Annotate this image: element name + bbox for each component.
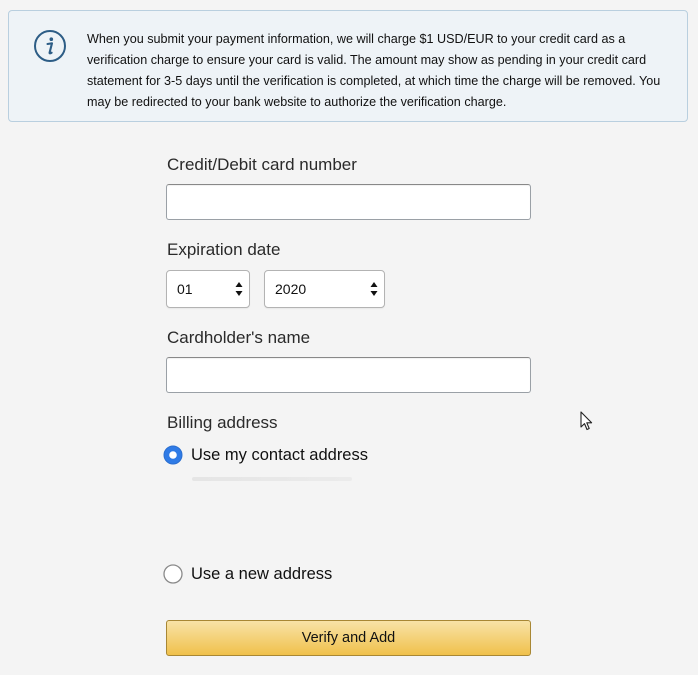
info-icon [34,30,66,62]
select-arrows-icon [370,282,378,296]
info-message: When you submit your payment information… [87,32,661,109]
cardholder-name-label: Cardholder's name [167,328,311,347]
radio-contact-address[interactable] [163,445,183,465]
radio-new-address-label[interactable]: Use a new address [191,565,332,584]
expiration-date-label: Expiration date [167,240,281,259]
card-number-input[interactable] [166,184,531,220]
card-number-label: Credit/Debit card number [167,155,357,174]
verify-and-add-button[interactable]: Verify and Add [166,620,531,656]
expiration-year-select[interactable]: 2020 [264,270,385,308]
contact-address-preview [192,477,352,481]
cardholder-name-input[interactable] [166,357,531,393]
radio-new-address[interactable] [163,564,183,584]
billing-address-label: Billing address [167,413,278,432]
mouse-cursor-icon [580,411,593,431]
info-banner: When you submit your payment information… [8,10,688,122]
expiration-month-select[interactable]: 01 [166,270,250,308]
select-arrows-icon [235,282,243,296]
radio-contact-address-label[interactable]: Use my contact address [191,446,368,465]
expiration-year-value: 2020 [275,281,307,297]
expiration-month-value: 01 [177,281,193,297]
